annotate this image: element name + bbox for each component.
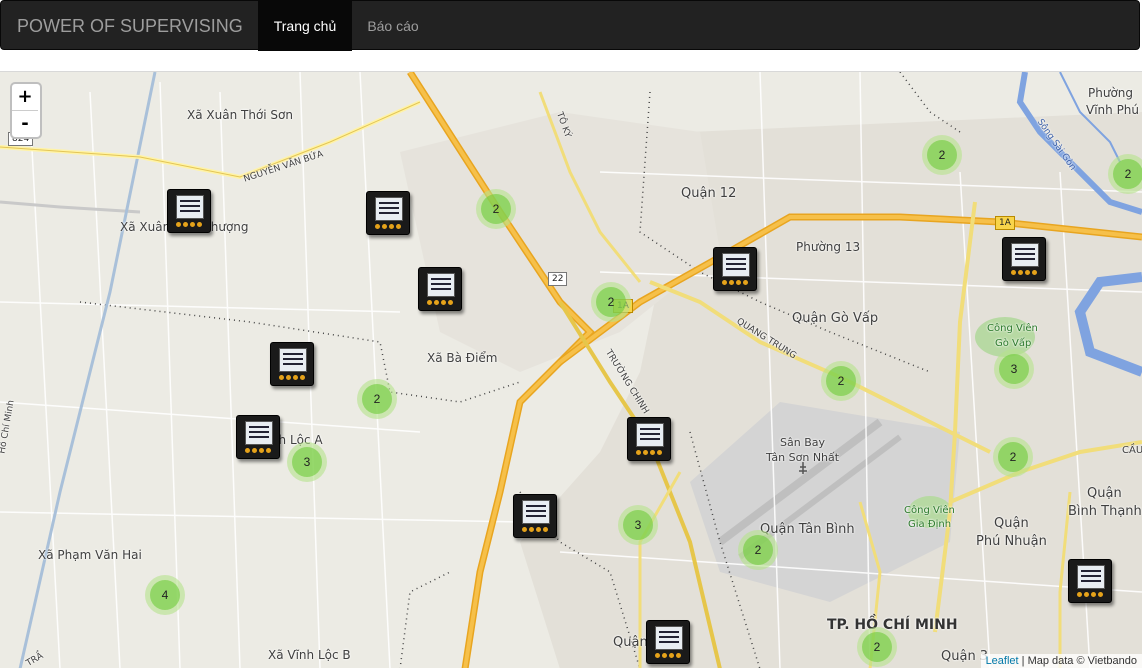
place-label: Quận Tân Bình	[760, 522, 855, 537]
marker-cluster[interactable]: 4	[145, 575, 185, 615]
power-meter-icon	[1068, 559, 1112, 603]
place-label: Xã Bà Điểm	[427, 351, 498, 365]
place-label: Gia Định	[908, 519, 952, 530]
place-label: Quận	[613, 635, 648, 650]
cluster-count: 2	[1113, 159, 1142, 189]
cluster-count: 2	[481, 194, 511, 224]
map-view[interactable]: Xã Xuân Thới Sơn Xã Xuân Thới Thượng Xã …	[0, 71, 1142, 668]
power-meter-icon	[627, 417, 671, 461]
power-meter-marker[interactable]	[366, 191, 410, 235]
cluster-count: 2	[826, 366, 856, 396]
power-meter-marker[interactable]	[627, 417, 671, 461]
top-navbar: POWER OF SUPERVISING Trang chủ Báo cáo	[0, 0, 1140, 51]
place-label: Quận Gò Vấp	[792, 311, 879, 326]
place-label: Bình Thạnh	[1068, 504, 1142, 519]
cluster-count: 3	[999, 354, 1029, 384]
power-meter-marker[interactable]	[167, 189, 211, 233]
marker-cluster[interactable]: 2	[922, 135, 962, 175]
cluster-count: 3	[292, 447, 322, 477]
place-label: Quận 12	[681, 186, 737, 201]
marker-cluster[interactable]: 2	[821, 361, 861, 401]
cluster-count: 2	[596, 287, 626, 317]
power-meter-marker[interactable]	[270, 342, 314, 386]
route-shield-22: 22	[548, 272, 568, 286]
cluster-count: 3	[623, 510, 653, 540]
leaflet-link[interactable]: Leaflet	[986, 655, 1019, 667]
power-meter-marker[interactable]	[236, 415, 280, 459]
power-meter-icon	[513, 494, 557, 538]
cluster-count: 2	[927, 140, 957, 170]
place-label: Sân Bay	[780, 436, 825, 449]
place-label: Quận	[1087, 486, 1122, 501]
place-label: Xã Phạm Văn Hai	[38, 548, 142, 562]
power-meter-icon	[646, 620, 690, 664]
place-label: Quận	[994, 516, 1029, 531]
power-meter-marker[interactable]	[418, 267, 462, 311]
power-meter-marker[interactable]	[646, 620, 690, 664]
marker-cluster[interactable]: 2	[857, 627, 897, 667]
place-label: Xã Xuân Thới Sơn	[187, 108, 293, 122]
zoom-control: + -	[10, 82, 42, 139]
place-label: Phường 13	[796, 240, 861, 254]
nav-report[interactable]: Báo cáo	[352, 1, 434, 51]
nav-home[interactable]: Trang chủ	[258, 1, 352, 51]
place-label: Công Viên	[904, 505, 955, 516]
place-label: Phú Nhuận	[976, 534, 1047, 549]
place-label: CẦU	[1122, 445, 1142, 456]
marker-cluster[interactable]: 3	[618, 505, 658, 545]
marker-cluster[interactable]: 3	[287, 442, 327, 482]
marker-cluster[interactable]: 2	[476, 189, 516, 229]
marker-cluster[interactable]: 2	[993, 437, 1033, 477]
power-meter-icon	[167, 189, 211, 233]
cluster-count: 2	[862, 632, 892, 662]
zoom-out-button[interactable]: -	[12, 110, 38, 137]
power-meter-marker[interactable]	[513, 494, 557, 538]
place-label: Gò Vấp	[995, 338, 1032, 349]
marker-cluster[interactable]: 2	[738, 530, 778, 570]
place-label: TP. HỒ CHÍ MINH	[827, 617, 958, 633]
power-meter-icon	[1002, 237, 1046, 281]
cluster-count: 2	[743, 535, 773, 565]
place-label: Tân Sơn Nhất	[766, 451, 840, 464]
brand-title[interactable]: POWER OF SUPERVISING	[17, 1, 243, 51]
cluster-count: 2	[998, 442, 1028, 472]
power-meter-icon	[418, 267, 462, 311]
marker-cluster[interactable]: 2	[1108, 154, 1142, 194]
zoom-in-button[interactable]: +	[12, 84, 38, 110]
power-meter-marker[interactable]	[1002, 237, 1046, 281]
power-meter-icon	[713, 247, 757, 291]
power-meter-icon	[236, 415, 280, 459]
power-meter-icon	[270, 342, 314, 386]
place-label: Vĩnh Phú	[1086, 103, 1140, 117]
place-label: Phường	[1088, 86, 1134, 100]
route-shield-1a: 1A	[995, 216, 1015, 230]
power-meter-marker[interactable]	[713, 247, 757, 291]
place-label: Xã Vĩnh Lộc B	[268, 648, 351, 662]
cluster-count: 4	[150, 580, 180, 610]
marker-cluster[interactable]: 2	[357, 379, 397, 419]
power-meter-marker[interactable]	[1068, 559, 1112, 603]
marker-cluster[interactable]: 3	[994, 349, 1034, 389]
cluster-count: 2	[362, 384, 392, 414]
map-attribution: Leaflet | Map data © Vietbando	[980, 654, 1142, 668]
place-label: Công Viên	[987, 323, 1038, 334]
marker-cluster[interactable]: 2	[591, 282, 631, 322]
power-meter-icon	[366, 191, 410, 235]
attribution-text: | Map data © Vietbando	[1018, 655, 1137, 667]
